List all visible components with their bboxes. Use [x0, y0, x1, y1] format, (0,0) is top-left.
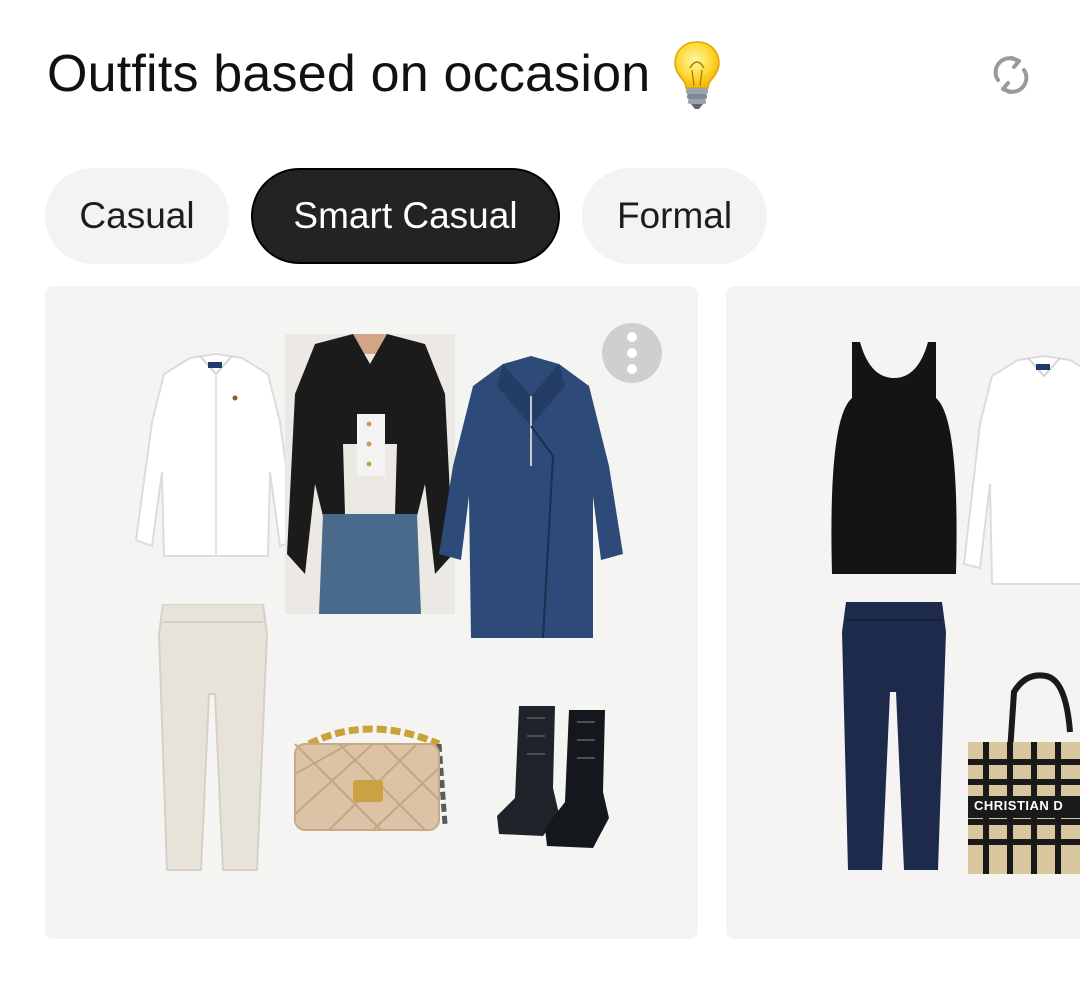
cream-trousers-image[interactable]: [157, 604, 269, 872]
more-vertical-icon: [627, 332, 637, 342]
black-cardigan-image[interactable]: [285, 334, 455, 614]
tab-smart-casual[interactable]: Smart Casual: [251, 168, 560, 264]
header: Outfits based on occasion: [47, 38, 1040, 118]
black-boots-image[interactable]: [495, 706, 621, 852]
tab-casual-label: Casual: [79, 195, 195, 236]
tab-casual[interactable]: Casual: [45, 168, 229, 264]
white-shirt-image[interactable]: [958, 354, 1080, 590]
black-tank-top-image[interactable]: [828, 338, 960, 578]
occasion-tabs: Casual Smart Casual Formal: [45, 168, 767, 264]
beige-quilted-bag-image[interactable]: [289, 724, 451, 834]
page-title-text: Outfits based on occasion: [47, 45, 651, 103]
lightbulb-icon: [672, 38, 722, 110]
outfit-card[interactable]: [45, 286, 698, 939]
page-title: Outfits based on occasion: [47, 38, 722, 110]
refresh-icon: [993, 56, 1029, 94]
refresh-button[interactable]: [984, 48, 1038, 102]
outfit-card[interactable]: CHRISTIAN D: [726, 286, 1080, 939]
tote-brand-text: CHRISTIAN D: [974, 798, 1064, 813]
tab-smart-casual-label: Smart Casual: [293, 195, 518, 236]
tab-formal[interactable]: Formal: [582, 168, 767, 264]
white-shirt-image[interactable]: [130, 352, 302, 564]
tote-bag-image[interactable]: [966, 672, 1080, 876]
navy-trousers-image[interactable]: [840, 602, 948, 872]
navy-coat-image[interactable]: [433, 356, 629, 648]
tab-formal-label: Formal: [616, 195, 733, 236]
